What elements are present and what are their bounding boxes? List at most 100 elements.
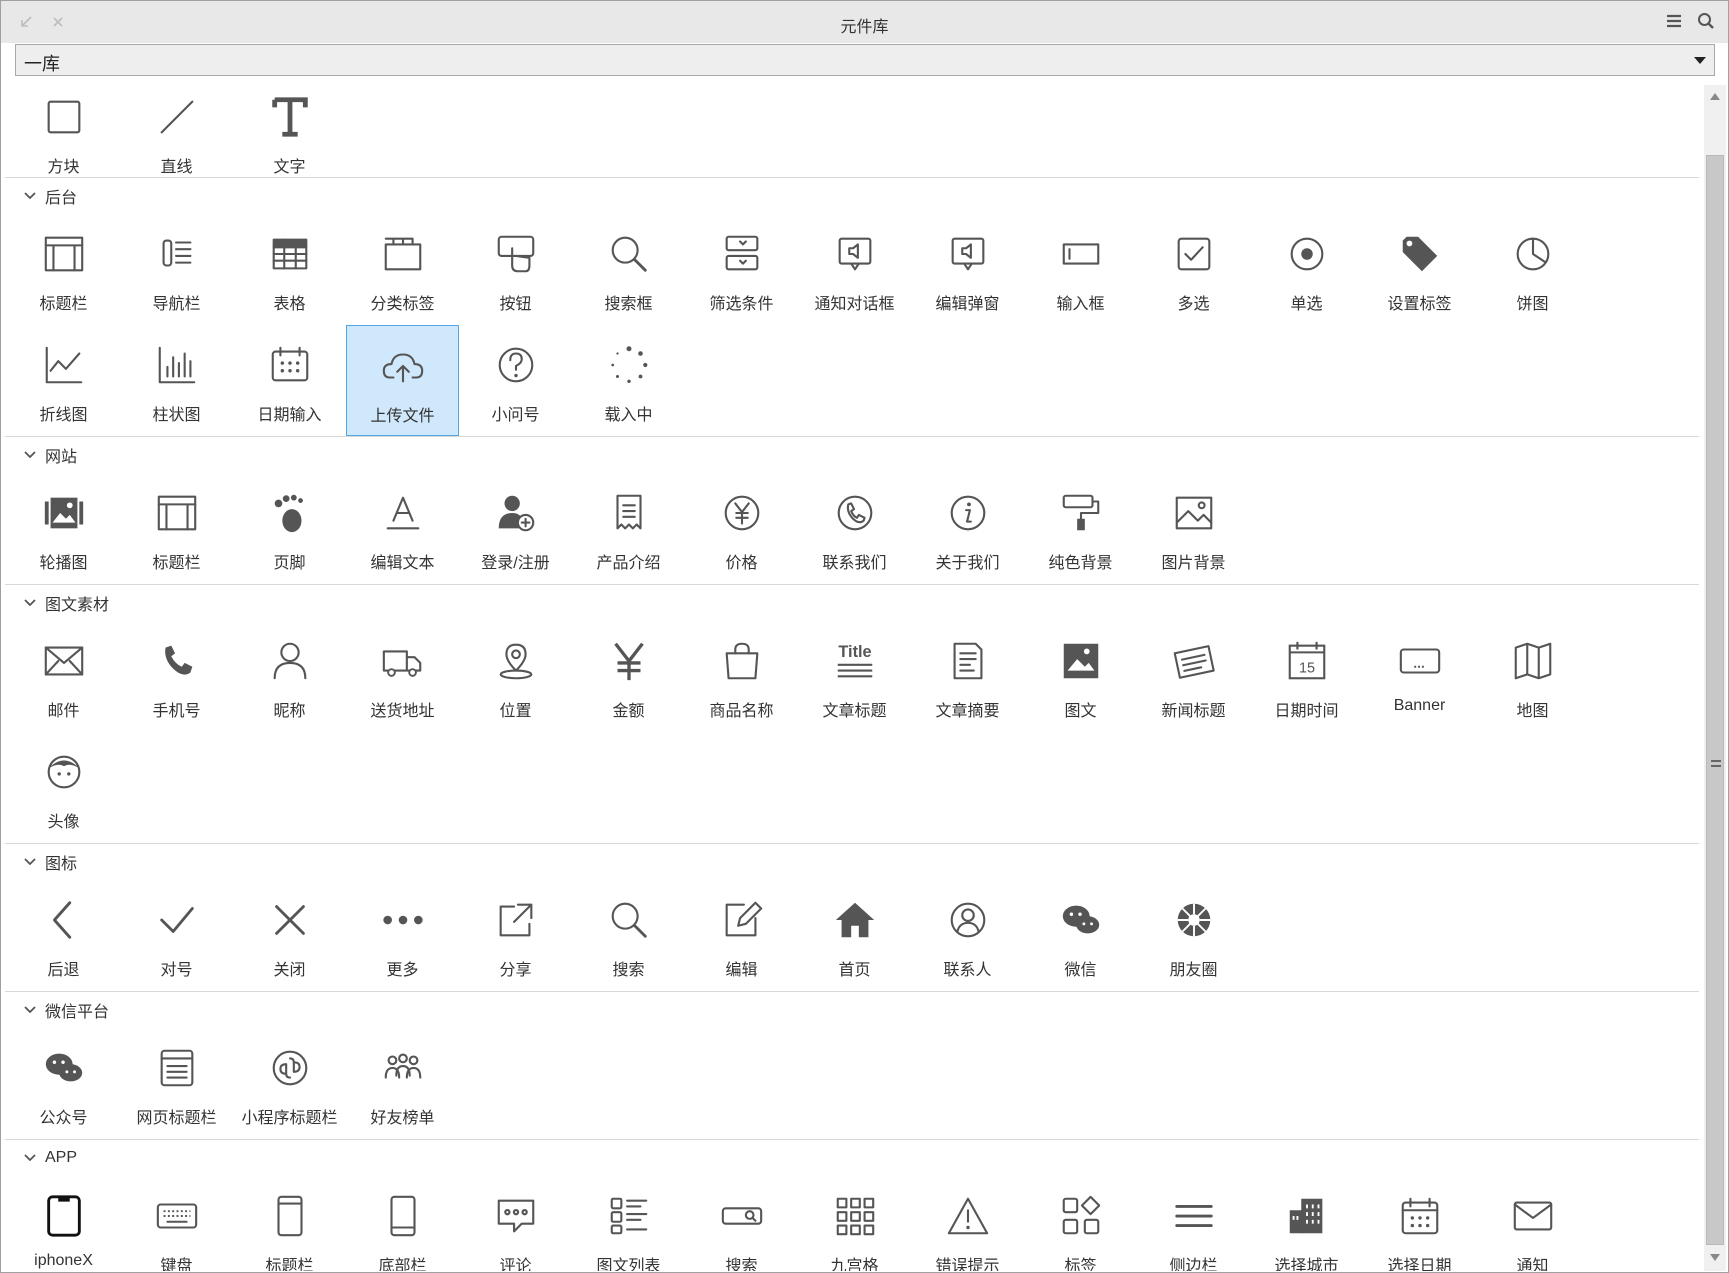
component-item[interactable]: 轮播图 xyxy=(7,473,120,584)
group-header[interactable]: 网站 xyxy=(5,437,1699,473)
component-item[interactable]: 搜索 xyxy=(572,880,685,991)
group-header[interactable]: 后台 xyxy=(5,178,1699,214)
component-item[interactable]: 关闭 xyxy=(233,880,346,991)
component-item[interactable]: 标题栏 xyxy=(7,214,120,325)
component-item[interactable]: 小程序标题栏 xyxy=(233,1028,346,1139)
component-item[interactable]: 微信 xyxy=(1024,880,1137,991)
component-item[interactable]: 联系人 xyxy=(911,880,1024,991)
component-item[interactable]: 网页标题栏 xyxy=(120,1028,233,1139)
component-item[interactable]: 搜索框 xyxy=(572,214,685,325)
component-item[interactable]: 折线图 xyxy=(7,325,120,436)
component-item[interactable]: 评论 xyxy=(459,1176,572,1271)
group-header[interactable]: 微信平台 xyxy=(5,992,1699,1028)
component-item[interactable]: iphoneX xyxy=(7,1176,120,1271)
component-item[interactable]: 头像 xyxy=(7,732,120,843)
component-item[interactable]: 载入中 xyxy=(572,325,685,436)
group-header[interactable]: APP xyxy=(5,1140,1699,1176)
component-item[interactable]: 方块 xyxy=(7,85,120,177)
component-item[interactable]: 搜索 xyxy=(685,1176,798,1271)
component-item[interactable]: 页脚 xyxy=(233,473,346,584)
component-item[interactable]: 首页 xyxy=(798,880,911,991)
component-item[interactable]: 柱状图 xyxy=(120,325,233,436)
component-item[interactable]: 筛选条件 xyxy=(685,214,798,325)
component-item[interactable]: Banner xyxy=(1363,621,1476,732)
component-item[interactable]: 图片背景 xyxy=(1137,473,1250,584)
component-item[interactable]: 日期输入 xyxy=(233,325,346,436)
search-icon[interactable] xyxy=(1696,11,1716,36)
component-item[interactable]: 表格 xyxy=(233,214,346,325)
mini-program-icon xyxy=(264,1042,316,1094)
component-item[interactable]: 按钮 xyxy=(459,214,572,325)
component-item[interactable]: 键盘 xyxy=(120,1176,233,1271)
component-item[interactable]: 饼图 xyxy=(1476,214,1589,325)
component-item[interactable]: 商品名称 xyxy=(685,621,798,732)
component-item[interactable]: 九宫格 xyxy=(798,1176,911,1271)
component-item[interactable]: 小问号 xyxy=(459,325,572,436)
component-label: 对号 xyxy=(160,962,193,979)
component-label: 分类标签 xyxy=(370,296,435,313)
component-item[interactable]: 手机号 xyxy=(120,621,233,732)
table-icon xyxy=(264,228,316,280)
component-item[interactable]: 邮件 xyxy=(7,621,120,732)
component-item[interactable]: 分享 xyxy=(459,880,572,991)
component-item[interactable]: 上传文件 xyxy=(346,325,459,436)
component-item[interactable]: 多选 xyxy=(1137,214,1250,325)
component-item[interactable]: 登录/注册 xyxy=(459,473,572,584)
component-item[interactable]: 公众号 xyxy=(7,1028,120,1139)
component-item[interactable]: 标签 xyxy=(1024,1176,1137,1271)
component-item[interactable]: 文章摘要 xyxy=(911,621,1024,732)
component-label: 评论 xyxy=(499,1258,532,1271)
component-item[interactable]: 编辑文本 xyxy=(346,473,459,584)
group-header[interactable]: 图标 xyxy=(5,844,1699,880)
component-item[interactable]: 标题栏 xyxy=(233,1176,346,1271)
component-item[interactable]: 直线 xyxy=(120,85,233,177)
library-select[interactable]: 一库 xyxy=(15,44,1715,76)
component-item[interactable]: 输入框 xyxy=(1024,214,1137,325)
component-item[interactable]: 侧边栏 xyxy=(1137,1176,1250,1271)
component-item[interactable]: 对号 xyxy=(120,880,233,991)
component-item[interactable]: 选择城市 xyxy=(1250,1176,1363,1271)
component-item[interactable]: 联系我们 xyxy=(798,473,911,584)
group-header[interactable]: 图文素材 xyxy=(5,585,1699,621)
component-item[interactable]: 通知对话框 xyxy=(798,214,911,325)
component-item[interactable]: 错误提示 xyxy=(911,1176,1024,1271)
component-item[interactable]: 送货地址 xyxy=(346,621,459,732)
component-item[interactable]: 图文列表 xyxy=(572,1176,685,1271)
menu-icon[interactable] xyxy=(1664,11,1684,36)
vertical-scrollbar[interactable] xyxy=(1704,85,1726,1271)
component-item[interactable]: 位置 xyxy=(459,621,572,732)
component-item[interactable]: 好友榜单 xyxy=(346,1028,459,1139)
component-item[interactable]: 分类标签 xyxy=(346,214,459,325)
component-item[interactable]: 价格 xyxy=(685,473,798,584)
scrollbar-thumb[interactable] xyxy=(1706,155,1724,1245)
component-item[interactable]: 更多 xyxy=(346,880,459,991)
component-item[interactable]: 关于我们 xyxy=(911,473,1024,584)
scroll-up-arrow[interactable] xyxy=(1710,93,1720,100)
component-item[interactable]: 底部栏 xyxy=(346,1176,459,1271)
component-item[interactable]: 文字 xyxy=(233,85,346,177)
component-item[interactable]: 金额 xyxy=(572,621,685,732)
component-item[interactable]: 设置标签 xyxy=(1363,214,1476,325)
component-item[interactable]: 通知 xyxy=(1476,1176,1589,1271)
component-item[interactable]: 后退 xyxy=(7,880,120,991)
library-content: 方块 直线 文字 后台 标题栏 导航栏 表格 分类标签 按钮 搜索框 筛选条件 通知对话框 编辑弹窗 输… xyxy=(5,85,1699,1271)
component-item[interactable]: Title 文章标题 xyxy=(798,621,911,732)
scroll-down-arrow[interactable] xyxy=(1710,1254,1720,1261)
input-box-icon xyxy=(1055,228,1107,280)
component-item[interactable]: 朋友圈 xyxy=(1137,880,1250,991)
component-item[interactable]: 图文 xyxy=(1024,621,1137,732)
component-item[interactable]: 编辑 xyxy=(685,880,798,991)
component-item[interactable]: 地图 xyxy=(1476,621,1589,732)
component-item[interactable]: 昵称 xyxy=(233,621,346,732)
component-item[interactable]: 导航栏 xyxy=(120,214,233,325)
component-item[interactable]: 选择日期 xyxy=(1363,1176,1476,1271)
component-item[interactable]: 编辑弹窗 xyxy=(911,214,1024,325)
component-item[interactable]: 新闻标题 xyxy=(1137,621,1250,732)
component-item[interactable]: 纯色背景 xyxy=(1024,473,1137,584)
component-item[interactable]: 单选 xyxy=(1250,214,1363,325)
component-item[interactable]: 15 日期时间 xyxy=(1250,621,1363,732)
notify-dialog-icon xyxy=(829,228,881,280)
component-item[interactable]: 产品介绍 xyxy=(572,473,685,584)
component-label: 选择城市 xyxy=(1274,1258,1339,1271)
component-item[interactable]: 标题栏 xyxy=(120,473,233,584)
